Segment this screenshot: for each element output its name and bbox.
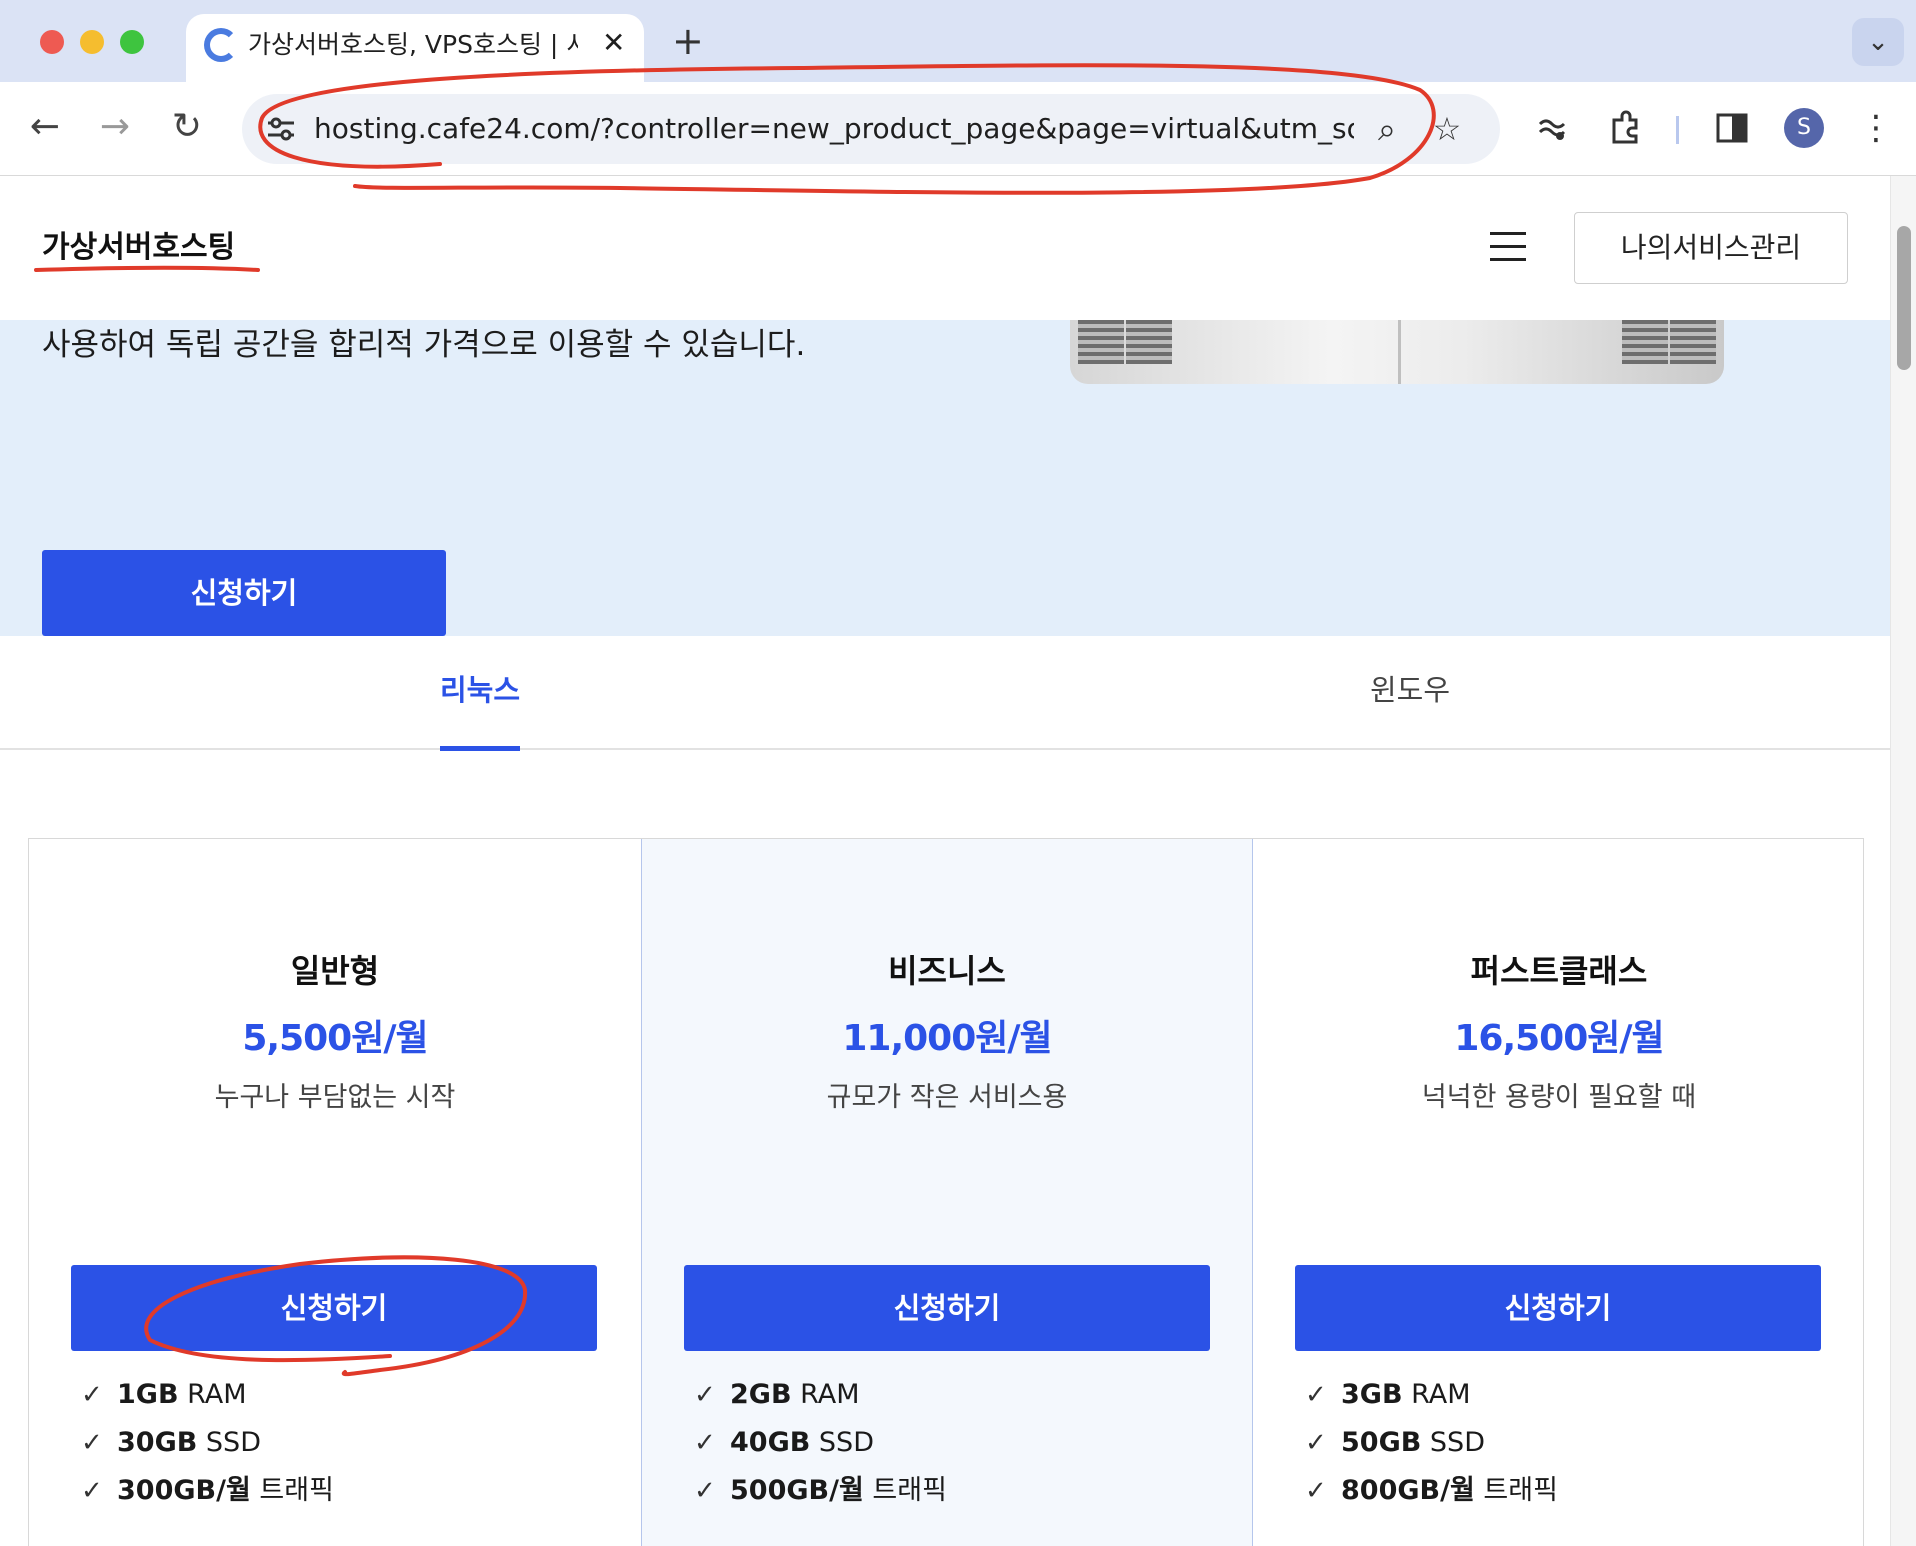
feature-item: ✓ 50GB SSD [1305,1419,1558,1467]
plan-card-basic: 일반형 5,500원/월 누구나 부담없는 시작 신청하기 ✓ 1GB RAM ✓… [29,839,641,1546]
scrollbar-thumb[interactable] [1897,226,1911,370]
zoom-icon[interactable]: ⌕ [1368,110,1406,148]
feature-item: ✓ 40GB SSD [694,1419,947,1467]
hero-description: 사용하여 독립 공간을 합리적 가격으로 이용할 수 있습니다. [42,327,806,363]
plan-name: 퍼스트클래스 [1470,952,1648,990]
plan-price: 5,500원/월 [242,1018,428,1059]
feature-item: ✓ 30GB SSD [81,1419,334,1467]
plan-feature-list: ✓ 3GB RAM ✓ 50GB SSD ✓ 800GB/월 트래픽 [1305,1371,1558,1515]
plan-card-firstclass: 퍼스트클래스 16,500원/월 넉넉한 용량이 필요할 때 신청하기 ✓ 3GB… [1253,839,1865,1546]
feature-item: ✓ 500GB/월 트래픽 [694,1467,947,1515]
extension-puzzle-signal-icon[interactable] [1530,106,1574,150]
plan-feature-list: ✓ 2GB RAM ✓ 40GB SSD ✓ 500GB/월 트래픽 [694,1371,947,1515]
active-tab-indicator [440,746,520,751]
side-panel-icon[interactable] [1710,106,1754,150]
feature-item: ✓ 2GB RAM [694,1371,947,1419]
plan-apply-button[interactable]: 신청하기 [1295,1265,1821,1351]
address-url[interactable]: hosting.cafe24.com/?controller=new_produ… [314,110,1354,148]
tab-search-button[interactable]: ⌄ [1852,18,1904,66]
plan-name: 비즈니스 [888,952,1006,990]
os-tab-bar: 리눅스 윈도우 [0,636,1890,751]
plan-description: 누구나 부담없는 시작 [214,1082,456,1113]
tab-close-icon[interactable]: ✕ [602,26,625,60]
check-icon: ✓ [694,1428,716,1458]
browser-tab-bar: 가상서버호스팅, VPS호스팅 | 서버 ✕ + ⌄ [0,0,1916,82]
minimize-window-button[interactable] [80,30,104,54]
plan-price: 16,500원/월 [1454,1018,1664,1059]
tab-title: 가상서버호스팅, VPS호스팅 | 서버 [248,30,578,59]
tab-linux[interactable]: 리눅스 [440,670,520,710]
check-icon: ✓ [81,1380,103,1410]
my-service-button[interactable]: 나의서비스관리 [1574,212,1848,284]
site-settings-icon[interactable] [264,112,298,146]
profile-avatar[interactable]: S [1784,108,1824,148]
page-scrollbar[interactable] [1890,176,1916,1546]
reload-button[interactable]: ↻ [162,102,212,152]
address-bar[interactable]: hosting.cafe24.com/?controller=new_produ… [242,94,1500,164]
check-icon: ✓ [1305,1476,1327,1506]
plan-cards: 일반형 5,500원/월 누구나 부담없는 시작 신청하기 ✓ 1GB RAM ✓… [28,838,1864,1546]
check-icon: ✓ [81,1428,103,1458]
tab-windows[interactable]: 윈도우 [1370,670,1450,710]
plan-description: 넉넉한 용량이 필요할 때 [1421,1082,1697,1113]
feature-item: ✓ 1GB RAM [81,1371,334,1419]
plan-description: 규모가 작은 서비스용 [826,1082,1068,1113]
check-icon: ✓ [694,1380,716,1410]
browser-toolbar: ← → ↻ hosting.cafe24.com/?controller=new… [0,82,1916,176]
plan-card-business: 비즈니스 11,000원/월 규모가 작은 서비스용 신청하기 ✓ 2GB RAM… [641,839,1253,1546]
bookmark-star-icon[interactable]: ☆ [1428,110,1466,148]
hamburger-menu-icon[interactable] [1490,232,1526,262]
new-tab-button[interactable]: + [672,20,704,62]
close-window-button[interactable] [40,30,64,54]
check-icon: ✓ [694,1476,716,1506]
forward-button[interactable]: → [90,102,140,152]
hero-banner: 사용하여 독립 공간을 합리적 가격으로 이용할 수 있습니다. 신청하기 [0,320,1890,636]
browser-tab-active[interactable]: 가상서버호스팅, VPS호스팅 | 서버 ✕ [186,14,644,82]
site-header: 가상서버호스팅 나의서비스관리 [0,176,1890,320]
check-icon: ✓ [1305,1428,1327,1458]
maximize-window-button[interactable] [120,30,144,54]
feature-item: ✓ 3GB RAM [1305,1371,1558,1419]
extensions-icon[interactable] [1604,106,1648,150]
check-icon: ✓ [81,1476,103,1506]
feature-item: ✓ 800GB/월 트래픽 [1305,1467,1558,1515]
plan-name: 일반형 [290,952,380,990]
server-room-image [1070,320,1724,384]
plan-feature-list: ✓ 1GB RAM ✓ 30GB SSD ✓ 300GB/월 트래픽 [81,1371,334,1515]
feature-item: ✓ 300GB/월 트래픽 [81,1467,334,1515]
plan-price: 11,000원/월 [842,1018,1052,1059]
toolbar-separator [1676,116,1679,144]
site-logo[interactable]: 가상서버호스팅 [42,228,235,268]
plan-apply-button[interactable]: 신청하기 [71,1265,597,1351]
check-icon: ✓ [1305,1380,1327,1410]
back-button[interactable]: ← [20,102,70,152]
hero-apply-button[interactable]: 신청하기 [42,550,446,636]
chrome-menu-icon[interactable]: ⋮ [1854,106,1898,150]
web-page: 가상서버호스팅 나의서비스관리 사용하여 독립 공간을 합리적 가격으로 이용할… [0,176,1890,1546]
plan-apply-button[interactable]: 신청하기 [684,1265,1210,1351]
cafe24-favicon-icon [204,28,238,62]
